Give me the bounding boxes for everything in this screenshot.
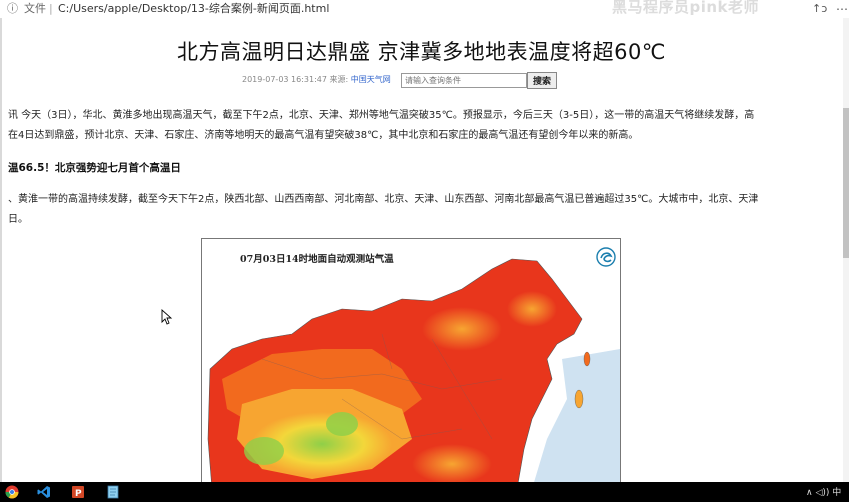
subheading: 温66.5！北京强势迎七月首个高温日 <box>8 162 181 174</box>
scrollbar[interactable] <box>843 18 849 482</box>
system-tray[interactable]: ∧ ◁)) 中 <box>806 485 841 498</box>
map-graphic <box>207 258 620 482</box>
cma-logo-icon <box>596 247 616 267</box>
scrollbar-thumb[interactable] <box>843 108 849 258</box>
article-meta: 2019-07-03 16:31:47 来源: 中国天气网 <box>242 74 391 85</box>
mouse-cursor-icon <box>161 309 173 325</box>
search-input[interactable] <box>401 73 527 88</box>
chrome-icon[interactable] <box>5 485 19 499</box>
menu-button[interactable]: ⋯ <box>836 0 848 18</box>
paragraph-line: 讯 今天（3日），华北、黄淮多地出现高温天气，截至下午2点，北京、天津、郑州等地… <box>8 110 755 121</box>
temperature-map: 07月03日14时地面自动观测站气温 <box>201 238 621 482</box>
paragraph-1: 讯 今天（3日），华北、黄淮多地出现高温天气，截至下午2点，北京、天津、郑州等地… <box>8 106 843 146</box>
page-content: 北方高温明日达鼎盛 京津冀多地地表温度将超60℃ 2019-07-03 16:3… <box>0 18 843 482</box>
info-icon[interactable]: ⓘ <box>7 0 18 18</box>
paragraph-line: 、黄淮一带的高温持续发酵，截至今天下午2点，陕西北部、山西西南部、河北南部、北京… <box>8 194 759 205</box>
paragraph-line: 在4日达到鼎盛，预计北京、天津、石家庄、济南等地明天的最高气温有望突破38℃，其… <box>8 130 639 141</box>
taskbar: P ∧ ◁)) 中 <box>0 482 849 502</box>
article-title: 北方高温明日达鼎盛 京津冀多地地表温度将超60℃ <box>177 40 666 64</box>
notepad-icon[interactable] <box>106 485 120 499</box>
address-separator: | <box>49 2 53 15</box>
article-date: 2019-07-03 16:31:47 <box>242 75 327 84</box>
paragraph-2: 、黄淮一带的高温持续发酵，截至今天下午2点，陕西北部、山西西南部、河北南部、北京… <box>8 190 843 230</box>
powerpoint-icon[interactable]: P <box>71 485 85 499</box>
address-bar: ⓘ 文件 | C:/Users/apple/Desktop/13-综合案例-新闻… <box>0 0 849 18</box>
watermark: 黑马程序员pink老师 <box>612 0 760 16</box>
map-title: 07月03日14时地面自动观测站气温 <box>240 254 394 265</box>
svg-text:P: P <box>75 489 82 499</box>
file-label: 文件 <box>24 2 46 15</box>
extension-button[interactable]: ↑ↄ <box>812 0 827 18</box>
paragraph-line: 日。 <box>8 214 28 225</box>
source-link[interactable]: 中国天气网 <box>351 75 391 84</box>
vscode-icon[interactable] <box>37 485 51 499</box>
url-text[interactable]: C:/Users/apple/Desktop/13-综合案例-新闻页面.html <box>58 0 329 18</box>
source-prefix: 来源: <box>329 75 349 84</box>
search-button[interactable]: 搜索 <box>527 72 557 89</box>
